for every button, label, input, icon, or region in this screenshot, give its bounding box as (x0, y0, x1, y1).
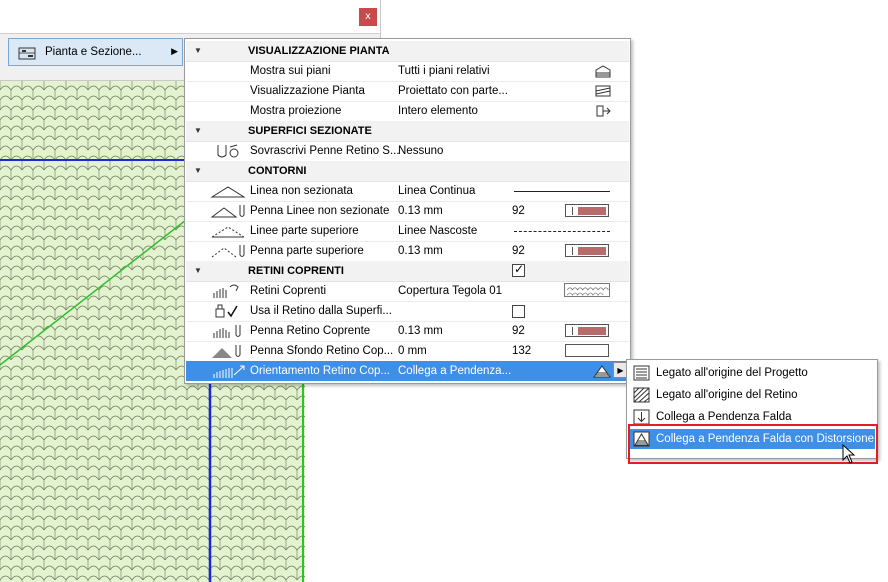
submenu-item-project-origin[interactable]: Legato all'origine del Progetto (629, 363, 875, 383)
section-header-visualizzazione[interactable]: ▼ VISUALIZZAZIONE PIANTA (186, 41, 629, 62)
projection-icon (596, 105, 611, 117)
close-button[interactable]: x (359, 8, 377, 26)
row-penna-parte-superiore[interactable]: Penna parte superiore 0.13 mm 92 (186, 241, 629, 262)
roof-line-icon (210, 186, 246, 198)
checkmark-icon: ✓ (514, 262, 525, 276)
row-value[interactable]: Tutti i piani relativi (398, 65, 490, 77)
row-value[interactable]: Nessuno (398, 145, 443, 157)
row-value[interactable]: Linea Continua (398, 185, 475, 197)
row-orientamento-retino[interactable]: Orientamento Retino Cop... Collega a Pen… (186, 361, 629, 381)
project-origin-icon (633, 365, 650, 381)
divider (0, 33, 380, 34)
menu-item-pianta-sezione[interactable]: Pianta e Sezione... ▶ (8, 38, 183, 66)
dashed-line-preview (514, 231, 610, 232)
row-mostra-piani[interactable]: Mostra sui piani Tutti i piani relativi (186, 61, 629, 82)
pen-color-swatch[interactable] (565, 244, 609, 257)
submenu-item-fill-origin[interactable]: Legato all'origine del Retino (629, 385, 875, 405)
cover-fill-checkbox[interactable]: ✓ (512, 262, 525, 277)
row-label: Retini Coprenti (250, 285, 327, 297)
settings-panel: ▼ VISUALIZZAZIONE PIANTA Mostra sui pian… (184, 38, 631, 384)
section-title: CONTORNI (248, 165, 307, 177)
row-label: Linea non sezionata (250, 185, 353, 197)
submenu-item-label: Collega a Pendenza Falda (656, 411, 792, 423)
row-value[interactable]: Linee Nascoste (398, 225, 477, 237)
fill-origin-icon (633, 387, 650, 403)
highlight-box (628, 424, 878, 464)
row-label: Penna Sfondo Retino Cop... (250, 345, 394, 357)
section-header-contorni[interactable]: ▼ CONTORNI (186, 161, 629, 182)
pen-number[interactable]: 92 (512, 245, 525, 257)
roof-pen-icon (211, 245, 245, 258)
row-label: Penna Retino Coprente (250, 325, 371, 337)
row-sovrascrivi-penne[interactable]: Sovrascrivi Penne Retino S... Nessuno (186, 141, 629, 162)
override-pens-icon (217, 144, 239, 158)
pen-number[interactable]: 92 (512, 205, 525, 217)
dialog-titlebar (0, 0, 380, 33)
fill-orientation-icon (213, 365, 245, 378)
section-title: VISUALIZZAZIONE PIANTA (248, 45, 390, 57)
row-value[interactable]: 0.13 mm (398, 325, 443, 337)
background-pen-swatch[interactable] (565, 344, 609, 357)
submenu-item-label: Legato all'origine del Progetto (656, 367, 808, 379)
row-label: Usa il Retino dalla Superfi... (250, 305, 392, 317)
tile-pattern-preview (564, 283, 610, 297)
row-value[interactable]: Copertura Tegola 01 (398, 285, 502, 297)
row-value[interactable]: Intero elemento (398, 105, 478, 117)
row-label: Visualizzazione Pianta (250, 85, 365, 97)
use-surface-fill-checkbox[interactable] (512, 305, 525, 318)
section-header-superfici[interactable]: ▼ SUPERFICI SEZIONATE (186, 121, 629, 142)
menu-item-label: Pianta e Sezione... (45, 46, 142, 58)
floor-plan-icon (18, 47, 36, 60)
surface-fill-check-icon (215, 304, 238, 318)
section-header-retini[interactable]: ▼ RETINI COPRENTI ✓ (186, 261, 629, 282)
row-value[interactable]: 0.13 mm (398, 245, 443, 257)
row-value[interactable]: Collega a Pendenza... (398, 365, 511, 377)
pen-number[interactable]: 132 (512, 345, 531, 357)
row-label: Penna parte superiore (250, 245, 364, 257)
chevron-right-icon: ▶ (171, 46, 178, 56)
row-label: Linee parte superiore (250, 225, 359, 237)
fill-background-pen-icon (212, 345, 241, 358)
roof-pen-icon (210, 205, 245, 218)
row-penna-linee-non-sezionate[interactable]: Penna Linee non sezionate 0.13 mm 92 (186, 201, 629, 222)
link-slope-distortion-icon (593, 365, 611, 378)
collapse-triangle-icon[interactable]: ▼ (194, 266, 202, 275)
roof-hidden-line-icon (211, 226, 245, 238)
solid-line-preview (514, 191, 610, 192)
link-slope-icon (633, 409, 650, 425)
row-label: Sovrascrivi Penne Retino S... (250, 145, 400, 157)
row-value[interactable]: Proiettato con parte... (398, 85, 508, 97)
row-penna-retino-coprente[interactable]: Penna Retino Coprente 0.13 mm 92 (186, 321, 629, 342)
collapse-triangle-icon[interactable]: ▼ (194, 126, 202, 135)
row-label: Mostra sui piani (250, 65, 331, 77)
pen-number[interactable]: 92 (512, 325, 525, 337)
row-visualizzazione-pianta[interactable]: Visualizzazione Pianta Proiettato con pa… (186, 81, 629, 102)
collapse-triangle-icon[interactable]: ▼ (194, 166, 202, 175)
mouse-cursor-icon (842, 444, 856, 464)
pen-color-swatch[interactable] (565, 324, 609, 337)
section-title: SUPERFICI SEZIONATE (248, 125, 372, 137)
cover-fill-pen-icon (213, 325, 241, 338)
row-linea-non-sezionata[interactable]: Linea non sezionata Linea Continua (186, 181, 629, 202)
collapse-triangle-icon[interactable]: ▼ (194, 46, 202, 55)
projected-view-icon (595, 85, 611, 97)
row-label: Penna Linee non sezionate (250, 205, 390, 217)
cover-fill-icon (213, 284, 239, 298)
submenu-item-label: Legato all'origine del Retino (656, 389, 798, 401)
row-usa-retino-superficie[interactable]: Usa il Retino dalla Superfi... (186, 301, 629, 322)
row-mostra-proiezione[interactable]: Mostra proiezione Intero elemento (186, 101, 629, 122)
row-retini-coprenti[interactable]: Retini Coprenti Copertura Tegola 01 (186, 281, 629, 302)
stories-icon (595, 65, 611, 78)
pen-color-swatch[interactable] (565, 204, 609, 217)
row-linee-parte-superiore[interactable]: Linee parte superiore Linee Nascoste (186, 221, 629, 242)
section-title: RETINI COPRENTI (248, 265, 344, 277)
row-label: Orientamento Retino Cop... (250, 365, 390, 377)
row-penna-sfondo-retino[interactable]: Penna Sfondo Retino Cop... 0 mm 132 (186, 341, 629, 362)
row-value[interactable]: 0 mm (398, 345, 427, 357)
row-value[interactable]: 0.13 mm (398, 205, 443, 217)
row-label: Mostra proiezione (250, 105, 342, 117)
